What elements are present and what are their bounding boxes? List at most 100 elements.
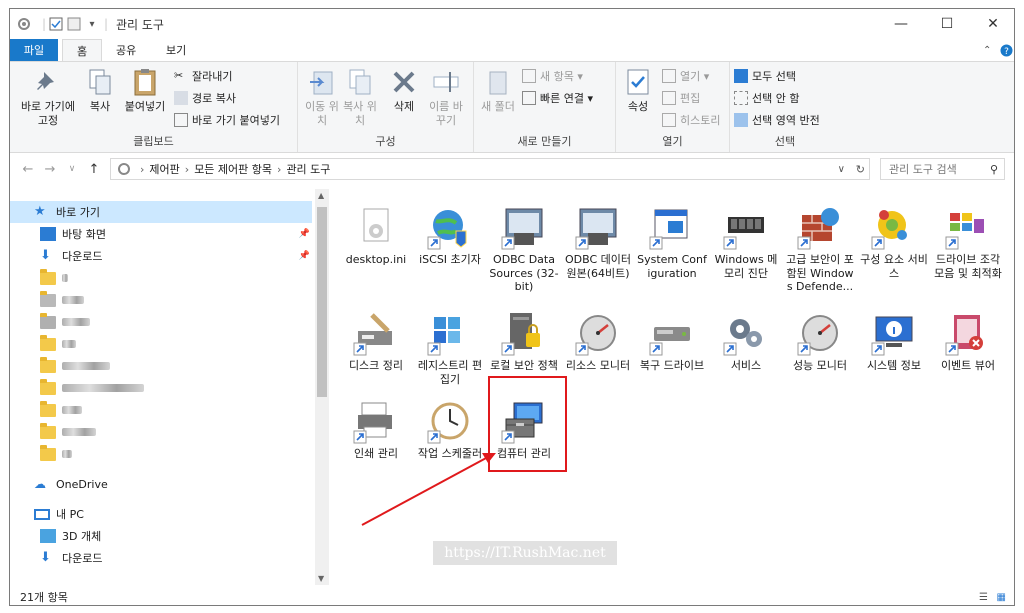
properties-button[interactable]: 속성 [620, 66, 656, 114]
maximize-button[interactable]: ☐ [924, 9, 970, 39]
properties-quick-icon[interactable] [48, 15, 64, 33]
file-item[interactable]: 리소스 모니터 [562, 309, 634, 373]
file-item[interactable]: 고급 보안이 포함된 Windows Defende... [784, 203, 856, 294]
file-item[interactable]: Windows 메모리 진단 [710, 203, 782, 280]
refresh-icon[interactable]: ↻ [856, 163, 865, 176]
help-icon[interactable]: ? [990, 39, 1014, 61]
file-item[interactable]: desktop.ini [340, 203, 412, 267]
pin-quick-access-button[interactable]: 바로 가기에 고정 [16, 66, 80, 128]
nav-folder-blurred[interactable] [10, 267, 312, 289]
download-arrow-icon: ⬇ [40, 248, 51, 263]
folder-icon [40, 268, 56, 285]
rename-icon [433, 72, 459, 92]
organize-group: 이동 위치 복사 위치 삭제 이름 바꾸기 구성 [298, 62, 474, 152]
file-item[interactable]: 레지스트리 편집기 [414, 309, 486, 386]
tab-file[interactable]: 파일 [10, 39, 58, 61]
nav-downloads-pc[interactable]: ⬇ 다운로드 [10, 547, 312, 569]
minimize-button[interactable]: — [878, 9, 924, 39]
nav-folder-blurred[interactable] [10, 399, 312, 421]
pin-icon: 📌 [298, 251, 310, 261]
security-policy-icon [501, 313, 540, 356]
cut-button[interactable]: ✂ 잘라내기 [174, 68, 232, 84]
nav-folder-blurred[interactable] [10, 333, 312, 355]
copy-path-button[interactable]: 경로 복사 [174, 90, 236, 106]
file-item[interactable]: 구성 요소 서비스 [858, 203, 930, 280]
nav-folder-blurred[interactable] [10, 289, 312, 311]
delete-button[interactable]: 삭제 [386, 66, 422, 114]
address-dropdown-icon[interactable]: ∨ [838, 164, 845, 175]
open-button[interactable]: 열기 ▾ [662, 68, 709, 84]
nav-onedrive[interactable]: ☁ OneDrive [10, 473, 312, 495]
copy-to-button[interactable]: 복사 위치 [342, 66, 378, 128]
tab-view[interactable]: 보기 [156, 39, 196, 61]
file-item[interactable]: ODBC Data Sources (32-bit) [488, 203, 560, 294]
nav-quick-access[interactable]: ★ 바로 가기 [10, 201, 312, 223]
paste-shortcut-button[interactable]: 바로 가기 붙여넣기 [174, 112, 280, 128]
easy-access-button[interactable]: 빠른 연결 ▾ [522, 90, 593, 106]
separator: | [103, 17, 109, 31]
nav-folder-blurred[interactable] [10, 311, 312, 333]
nav-folder-blurred[interactable] [10, 443, 312, 465]
scroll-up-icon[interactable]: ▲ [318, 191, 324, 200]
address-bar[interactable]: › 제어판 › 모든 제어판 항목 › 관리 도구 ∨ ↻ [110, 158, 870, 180]
file-item-label: 디스크 정리 [348, 359, 404, 372]
file-item-label: 성능 모니터 [792, 359, 848, 372]
folder-icon [40, 334, 56, 351]
invert-selection-button[interactable]: 선택 영역 반전 [734, 112, 820, 128]
tab-share[interactable]: 공유 [106, 39, 146, 61]
new-folder-quick-icon[interactable] [66, 15, 82, 33]
file-item[interactable]: System Configuration [636, 203, 708, 280]
file-item[interactable]: 서비스 [710, 309, 782, 373]
file-item[interactable]: 시스템 정보 [858, 309, 930, 373]
nav-downloads[interactable]: ⬇ 다운로드 📌 [10, 245, 312, 267]
file-item[interactable]: ODBC 데이터 원본(64비트) [562, 203, 634, 280]
address-row: ← → ∨ ↑ › 제어판 › 모든 제어판 항목 › 관리 도구 ∨ ↻ 관리… [10, 155, 1014, 183]
select-none-button[interactable]: 선택 안 함 [734, 90, 799, 106]
up-button[interactable]: ↑ [84, 159, 104, 179]
file-item[interactable]: 복구 드라이브 [636, 309, 708, 373]
paste-button[interactable]: 붙여넣기 [120, 66, 170, 114]
back-button[interactable]: ← [18, 159, 38, 179]
new-folder-button[interactable]: 새 폴더 [480, 66, 516, 114]
nav-folder-blurred[interactable] [10, 377, 312, 399]
firewall-icon [797, 208, 839, 250]
nav-folder-blurred[interactable] [10, 421, 312, 443]
file-item[interactable]: 성능 모니터 [784, 309, 856, 373]
services-gear-icon [723, 319, 762, 356]
file-item[interactable]: 로컬 보안 정책 [488, 309, 560, 373]
breadcrumb-all-items[interactable]: 모든 제어판 항목 [194, 161, 272, 177]
large-icons-view-icon[interactable]: ▦ [997, 592, 1006, 603]
copy-button[interactable]: 복사 [82, 66, 118, 114]
close-button[interactable]: ✕ [970, 9, 1014, 39]
monitor-icon [34, 508, 50, 520]
edit-button[interactable]: 편집 [662, 90, 700, 106]
select-all-button[interactable]: 모두 선택 [734, 68, 796, 84]
scroll-thumb[interactable] [317, 207, 327, 397]
ribbon: 바로 가기에 고정 복사 붙여넣기 ✂ 잘라내기 경로 복사 바로 가기 붙여넣기… [10, 61, 1014, 153]
file-item[interactable]: 이벤트 뷰어 [932, 309, 1004, 373]
recent-dropdown-button[interactable]: ∨ [62, 159, 82, 179]
move-to-button[interactable]: 이동 위치 [304, 66, 340, 128]
history-button[interactable]: 히스토리 [662, 112, 720, 128]
file-item[interactable]: 디스크 정리 [340, 309, 412, 373]
folder-icon [40, 400, 56, 417]
nav-this-pc[interactable]: 내 PC [10, 503, 312, 525]
scroll-down-icon[interactable]: ▼ [318, 574, 324, 583]
nav-folder-blurred[interactable] [10, 355, 312, 377]
select-none-icon [734, 91, 748, 105]
breadcrumb-control-panel[interactable]: 제어판 [149, 161, 179, 177]
file-item-label: desktop.ini [345, 253, 407, 266]
nav-3d-objects[interactable]: 3D 개체 [10, 525, 312, 547]
nav-desktop[interactable]: 바탕 화면 📌 [10, 223, 312, 245]
rename-button[interactable]: 이름 바꾸기 [426, 66, 466, 128]
file-item[interactable]: 드라이브 조각 모음 및 최적화 [932, 203, 1004, 280]
file-item[interactable]: iSCSI 초기자 [414, 203, 486, 267]
new-group: 새 폴더 새 항목 ▾ 빠른 연결 ▾ 새로 만들기 [474, 62, 616, 152]
forward-button[interactable]: → [40, 159, 60, 179]
search-box[interactable]: 관리 도구 검색 ⚲ [880, 158, 1005, 180]
nav-scrollbar[interactable]: ▲ ▼ [315, 189, 329, 585]
new-item-button[interactable]: 새 항목 ▾ [522, 68, 583, 84]
breadcrumb-admin-tools[interactable]: 관리 도구 [286, 161, 330, 177]
tab-home[interactable]: 홈 [62, 39, 102, 61]
details-view-icon[interactable]: ☰ [979, 592, 988, 603]
